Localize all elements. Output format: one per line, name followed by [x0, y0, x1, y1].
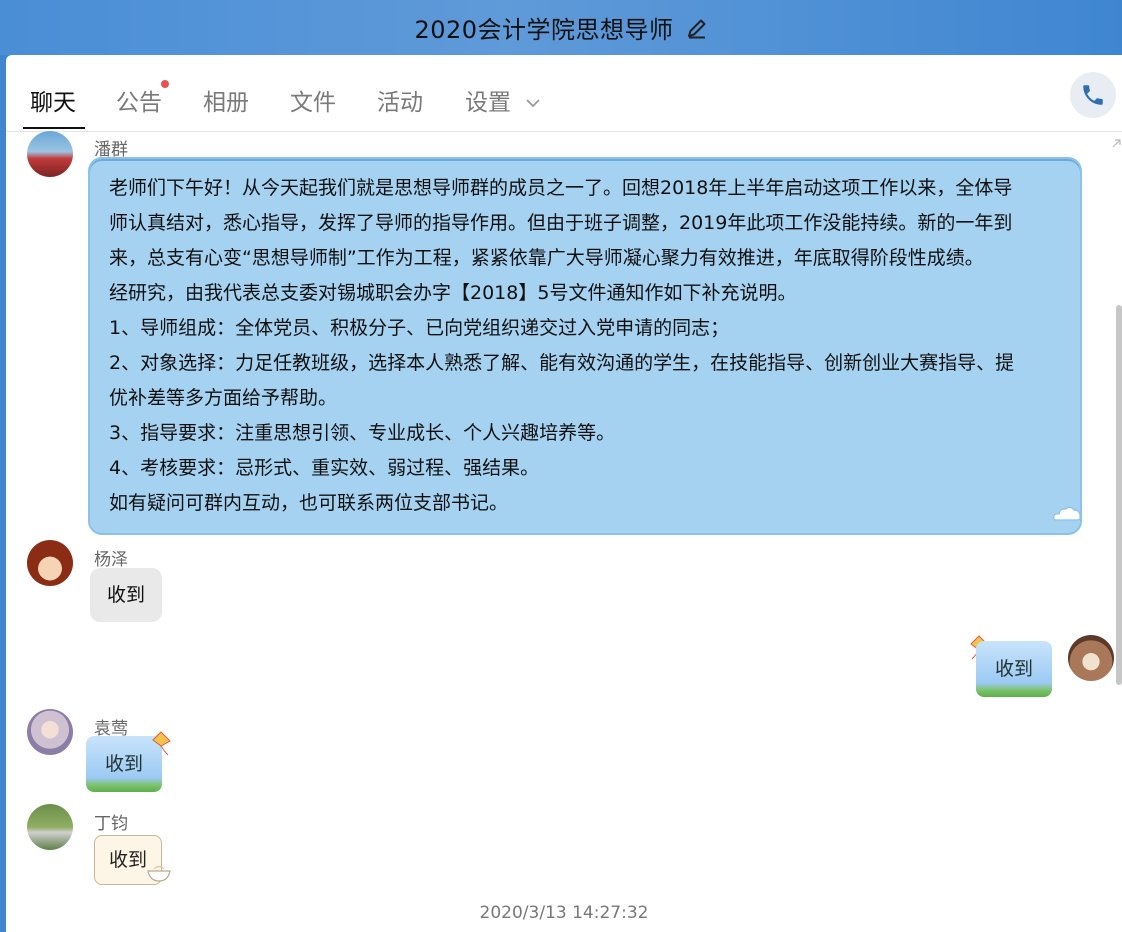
bowl-icon [146, 861, 172, 883]
sender-name: 杨泽 [94, 550, 128, 570]
tab-bar: 聊天 公告 相册 文件 活动 设置 [6, 55, 1122, 132]
kite-icon [150, 731, 172, 757]
message-bubble[interactable]: 老师们下午好！从今天起我们就是思想导师群的成员之一了。回想2018年上半年启动这… [88, 157, 1082, 535]
message-timestamp: 2020/3/13 14:27:32 [479, 903, 649, 923]
message-line: 师认真结对，悉心指导，发挥了导师的指导作用。但由于班子调整，2019年此项工作没… [109, 212, 1013, 234]
avatar[interactable] [27, 709, 73, 755]
cloud-icon [1052, 503, 1082, 523]
tab-settings[interactable]: 设置 [465, 83, 511, 117]
tab-announcement[interactable]: 公告 [116, 83, 162, 117]
message-line: 4、考核要求：忌形式、重实效、弱过程、强结果。 [109, 457, 540, 479]
tab-files[interactable]: 文件 [290, 83, 336, 117]
title-bar: 2020会计学院思想导师 [0, 0, 1122, 55]
tab-album[interactable]: 相册 [203, 83, 249, 117]
scrollbar[interactable] [1116, 305, 1122, 685]
message-line: 老师们下午好！从今天起我们就是思想导师群的成员之一了。回想2018年上半年启动这… [109, 177, 1013, 199]
chevron-down-icon[interactable] [526, 93, 540, 108]
message-line: 如有疑问可群内互动，也可联系两位支部书记。 [109, 492, 509, 514]
call-button[interactable] [1070, 72, 1116, 118]
avatar[interactable] [27, 540, 73, 586]
sender-name: 丁钧 [94, 814, 128, 834]
edit-icon[interactable] [686, 17, 708, 39]
tab-activity[interactable]: 活动 [377, 83, 423, 117]
message-line: 1、导师组成：全体党员、积极分子、已向党组织递交过入党申请的同志； [109, 317, 730, 339]
phone-icon [1083, 85, 1103, 105]
group-title: 2020会计学院思想导师 [414, 16, 674, 44]
message-line: 2、对象选择：力足任教班级，选择本人熟悉了解、能有效沟通的学生，在技能指导、创新… [109, 352, 1015, 374]
active-tab-indicator [23, 127, 85, 129]
message-line: 优补差等多方面给予帮助。 [109, 387, 338, 409]
notice-dot [161, 80, 169, 88]
message-bubble[interactable]: 收到 [90, 568, 163, 622]
avatar[interactable] [27, 131, 73, 177]
message-line: 经研究，由我代表总支委对锡城职会办字【2018】5号文件通知作如下补充说明。 [109, 282, 797, 304]
avatar[interactable] [27, 804, 73, 850]
expand-icon[interactable] [1110, 135, 1122, 148]
tab-chat[interactable]: 聊天 [30, 83, 76, 117]
message-bubble[interactable]: 收到 [976, 641, 1053, 697]
chat-panel: 聊天 公告 相册 文件 活动 设置 潘群 老师们下午好！从今天起我们就是思想导师… [6, 55, 1122, 932]
avatar[interactable] [1068, 635, 1114, 681]
message-line: 3、指导要求：注重思想引领、专业成长、个人兴趣培养等。 [109, 422, 616, 444]
message-line: 来，总支有心变“思想导师制”工作为工程，紧紧依靠广大导师凝心聚力有效推进，年底取… [109, 247, 984, 269]
